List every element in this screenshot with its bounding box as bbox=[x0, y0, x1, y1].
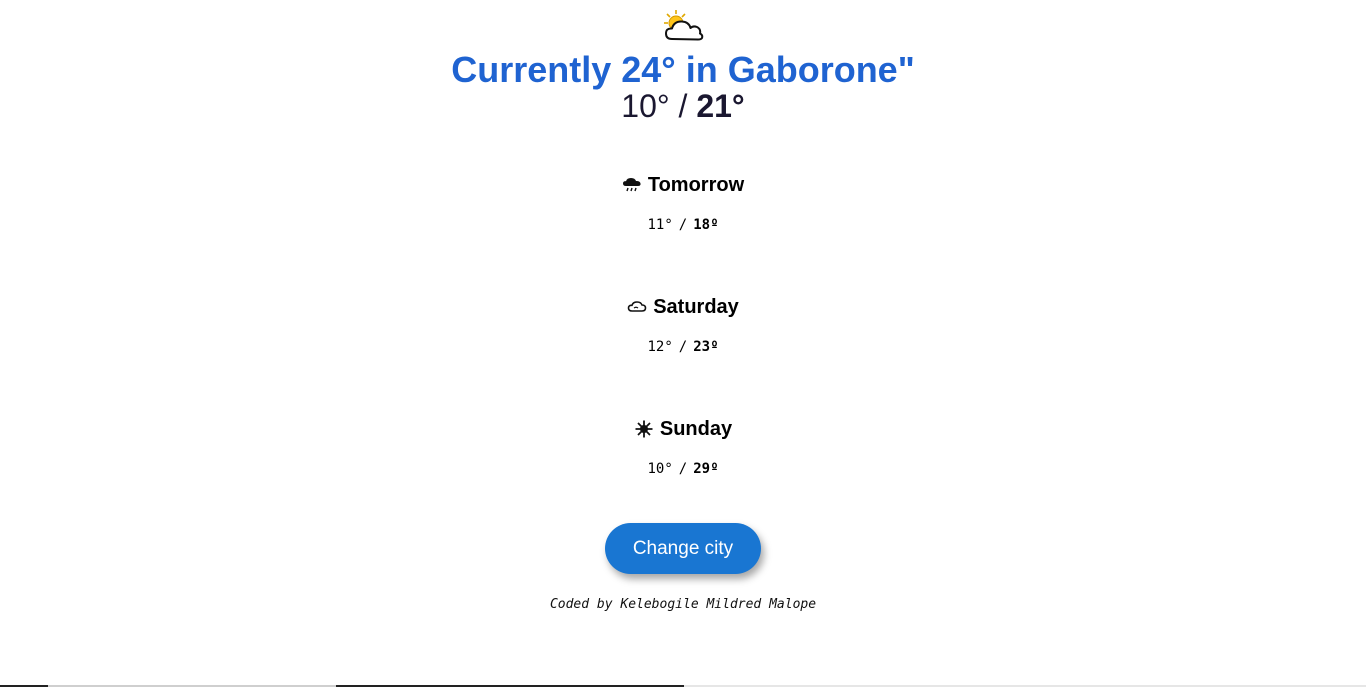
forecast-day-tomorrow: Tomorrow 11° / 18º bbox=[0, 173, 1366, 234]
temp-separator: / bbox=[678, 217, 688, 233]
forecast-high-temp: 23º bbox=[693, 339, 719, 355]
temp-separator: / bbox=[678, 88, 688, 124]
forecast-temp-range: 10° / 29º bbox=[0, 460, 1366, 478]
temp-separator: / bbox=[678, 461, 688, 477]
forecast-high-temp: 18º bbox=[693, 217, 719, 233]
forecast-low-temp: 11° bbox=[647, 217, 673, 233]
footer-credit: Coded by Kelebogile Mildred Malope bbox=[549, 597, 817, 612]
forecast-day-saturday: Saturday 12° / 23º bbox=[0, 295, 1366, 356]
forecast-day-name: Sunday bbox=[659, 418, 733, 440]
sun-icon bbox=[635, 420, 653, 438]
forecast-day-header: Tomorrow bbox=[622, 173, 744, 197]
current-weather-title: Currently 24° in Gaborone" bbox=[451, 49, 915, 90]
change-city-button[interactable]: Change city bbox=[605, 523, 761, 574]
forecast-low-temp: 12° bbox=[647, 339, 673, 355]
forecast-day-header: Saturday bbox=[627, 295, 739, 319]
current-high-temp: 21° bbox=[696, 88, 745, 124]
sun-behind-cloud-icon bbox=[664, 10, 704, 41]
forecast-day-name: Tomorrow bbox=[647, 174, 745, 196]
forecast-temp-range: 11° / 18º bbox=[0, 216, 1366, 234]
rain-cloud-icon bbox=[622, 178, 641, 192]
forecast-day-sunday: Sunday 10° / 29º bbox=[0, 417, 1366, 478]
current-temp-range: 10° / 21° bbox=[0, 86, 1366, 126]
forecast-day-header: Sunday bbox=[634, 417, 732, 441]
forecast-temp-range: 12° / 23º bbox=[0, 338, 1366, 356]
forecast-day-name: Saturday bbox=[653, 296, 739, 318]
temp-separator: / bbox=[678, 339, 688, 355]
cloud-icon bbox=[627, 301, 647, 312]
forecast-low-temp: 10° bbox=[647, 461, 673, 477]
weather-app: Currently 24° in Gaborone" 10° / 21° Tom… bbox=[0, 0, 1366, 687]
forecast-high-temp: 29º bbox=[693, 461, 719, 477]
current-low-temp: 10° bbox=[621, 88, 670, 124]
